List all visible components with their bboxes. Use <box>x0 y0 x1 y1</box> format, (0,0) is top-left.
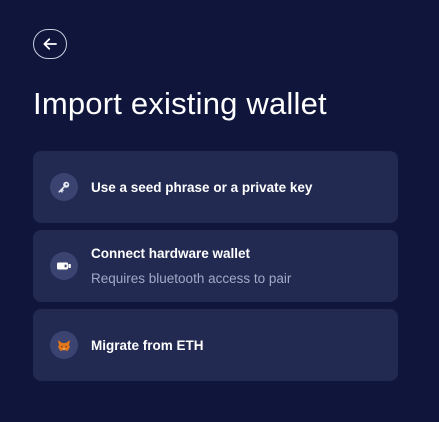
page-title: Import existing wallet <box>33 86 327 121</box>
migrate-eth-option-label: Migrate from ETH <box>91 337 204 353</box>
seed-phrase-option[interactable]: Use a seed phrase or a private key <box>33 151 398 223</box>
hardware-wallet-option-sublabel: Requires bluetooth access to pair <box>91 271 292 286</box>
fox-icon <box>50 331 78 359</box>
back-button[interactable] <box>33 29 67 59</box>
migrate-eth-option[interactable]: Migrate from ETH <box>33 309 398 381</box>
hardware-wallet-option[interactable]: Connect hardware wallet Requires bluetoo… <box>33 230 398 302</box>
key-icon <box>50 173 78 201</box>
hardware-wallet-option-label: Connect hardware wallet <box>91 246 251 261</box>
import-options-list: Use a seed phrase or a private key Conne… <box>33 151 398 381</box>
hardware-wallet-icon <box>50 252 78 280</box>
arrow-left-icon <box>43 38 57 50</box>
seed-phrase-option-label: Use a seed phrase or a private key <box>91 179 313 195</box>
